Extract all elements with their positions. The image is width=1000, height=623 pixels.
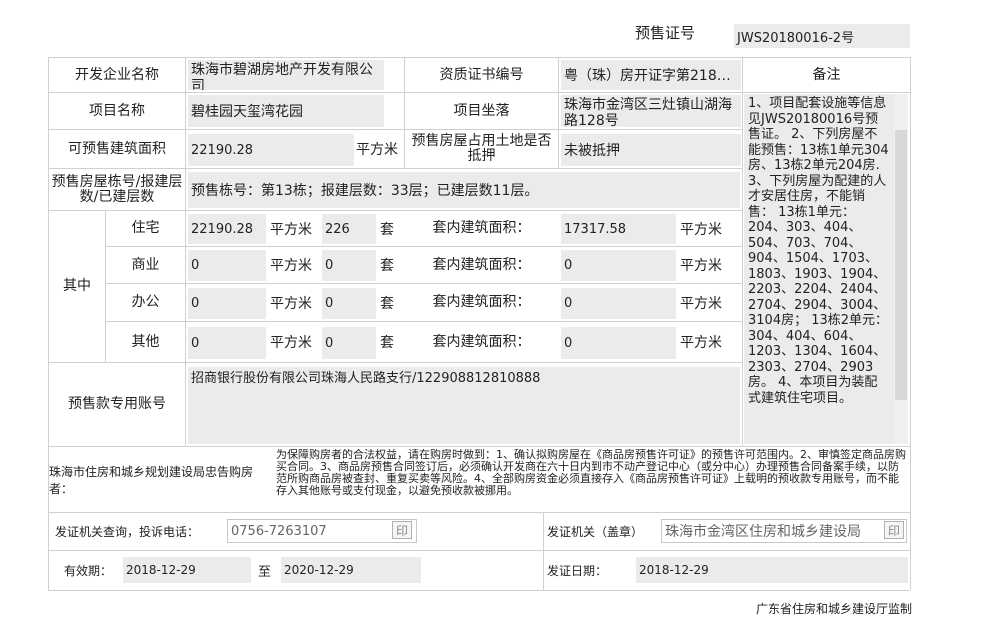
inner-unit-commercial: 平方米 xyxy=(680,258,722,274)
account-label: 预售款专用账号 xyxy=(68,396,166,412)
count-unit-commercial: 套 xyxy=(380,258,394,274)
area-value: 22190.28 xyxy=(188,134,354,166)
remarks-scroll-thumb[interactable] xyxy=(895,130,907,400)
notice-label: 珠海市住房和城乡规划建设局忠告购房者： xyxy=(49,464,254,496)
inner-area-label-residential: 套内建筑面积： xyxy=(432,220,531,236)
count-unit-other: 套 xyxy=(380,335,394,351)
inner-unit-other: 平方米 xyxy=(680,335,722,351)
inner-area-office: 0 xyxy=(561,288,676,319)
issuer-label: 发证机关（盖章） xyxy=(547,525,644,539)
inner-area-residential: 17317.58 xyxy=(561,214,676,244)
validity-from: 2018-12-29 xyxy=(123,557,251,583)
count-unit-office: 套 xyxy=(380,295,394,312)
area-unit-office: 平方米 xyxy=(270,295,312,312)
floors-value: 预售栋号：第13栋；报建层数：33层；已建层数11层。 xyxy=(188,172,740,208)
phone-value: 0756-7263107 xyxy=(227,519,417,543)
type-office: 办公 xyxy=(131,294,160,310)
floors-label: 预售房屋栋号/报建层数/已建层数 xyxy=(51,173,183,205)
type-commercial: 商业 xyxy=(131,256,160,273)
project-location-value: 珠海市金湾区三灶镇山湖海路128号 xyxy=(561,95,741,127)
cert-no-value: JWS20180016-2号 xyxy=(734,24,910,48)
remarks-text: 1、项目配套设施等信息见JWS20180016号预售证。 2、下列房屋不能预售：… xyxy=(744,94,894,444)
area-unit-commercial: 平方米 xyxy=(270,258,312,274)
footer-text: 广东省住房和城乡建设厅监制 xyxy=(755,602,912,616)
stamp-icon-issuer[interactable]: 印 xyxy=(884,521,904,539)
project-name-value: 碧桂园天玺湾花园 xyxy=(188,95,384,127)
qualification-label: 资质证书编号 xyxy=(439,66,524,83)
area-label: 可预售建筑面积 xyxy=(68,140,166,157)
mortgage-label: 预售房屋占用土地是否抵押 xyxy=(411,133,552,164)
count-residential: 226 xyxy=(322,214,376,244)
stamp-icon-phone[interactable]: 印 xyxy=(392,521,412,539)
inner-unit-residential: 平方米 xyxy=(680,221,722,238)
inner-area-other: 0 xyxy=(561,327,676,359)
remarks-label: 备注 xyxy=(812,66,841,83)
issuer-value: 珠海市金湾区住房和城乡建设局 xyxy=(661,519,907,543)
area-office: 0 xyxy=(188,288,266,319)
inner-unit-office: 平方米 xyxy=(680,295,722,312)
type-other: 其他 xyxy=(131,333,160,350)
issue-date-label: 发证日期： xyxy=(547,564,608,578)
area-unit-residential: 平方米 xyxy=(270,221,312,238)
account-value: 招商银行股份有限公司珠海人民路支行/122908812810888 xyxy=(188,367,740,444)
qualification-value: 粤（珠）房开证字第218… xyxy=(561,60,741,90)
inner-area-label-commercial: 套内建筑面积： xyxy=(432,256,531,273)
count-office: 0 xyxy=(322,288,376,319)
area-residential: 22190.28 xyxy=(188,214,266,244)
inner-area-commercial: 0 xyxy=(561,250,676,281)
remarks-scrollbar[interactable] xyxy=(894,94,908,444)
area-commercial: 0 xyxy=(188,250,266,281)
inner-area-label-other: 套内建筑面积： xyxy=(432,333,531,350)
area-other: 0 xyxy=(188,327,266,359)
inner-area-label-office: 套内建筑面积： xyxy=(432,294,531,310)
issue-date-value: 2018-12-29 xyxy=(636,557,908,583)
count-unit-residential: 套 xyxy=(380,221,394,238)
project-name-label: 项目名称 xyxy=(89,102,145,119)
developer-label: 开发企业名称 xyxy=(75,66,159,83)
contact-label: 发证机关查询，投诉电话： xyxy=(55,525,200,539)
developer-value: 珠海市碧湖房地产开发有限公司 xyxy=(188,60,384,90)
count-commercial: 0 xyxy=(322,250,376,281)
breakdown-group-label: 其中 xyxy=(63,278,91,294)
validity-to: 2020-12-29 xyxy=(281,557,421,583)
notice-text: 为保障购房者的合法权益，请在购房时做到：1、确认拟购房屋在《商品房预售许可证》的… xyxy=(276,449,906,497)
area-unit-other: 平方米 xyxy=(270,335,312,351)
project-location-label: 项目坐落 xyxy=(453,102,510,119)
mortgage-value: 未被抵押 xyxy=(561,134,741,166)
count-other: 0 xyxy=(322,327,376,359)
area-unit: 平方米 xyxy=(356,142,398,158)
type-residential: 住宅 xyxy=(131,220,160,236)
cert-no-label: 预售证号 xyxy=(634,23,695,42)
validity-to-label: 至 xyxy=(258,565,272,580)
validity-label: 有效期： xyxy=(64,564,113,578)
